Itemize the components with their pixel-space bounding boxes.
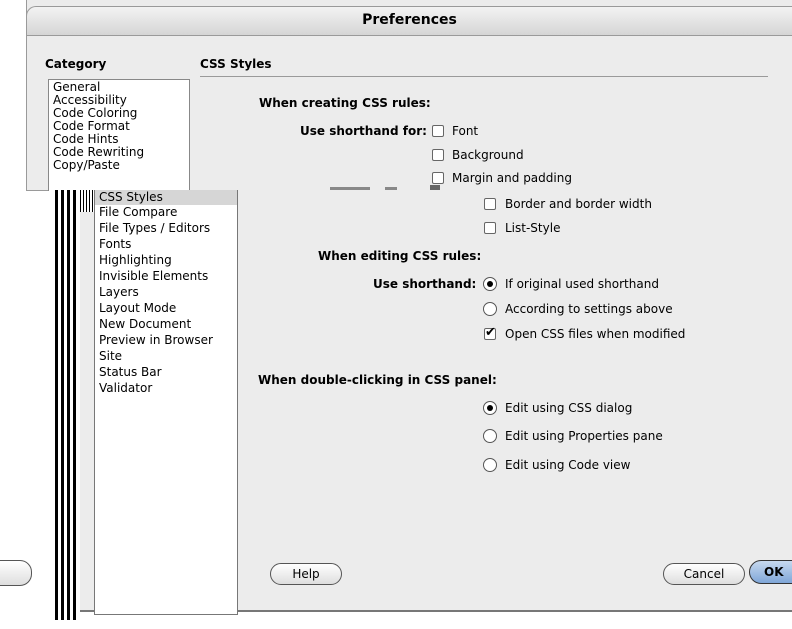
edit-code-view-label: Edit using Code view: [505, 458, 631, 472]
help-button[interactable]: Help: [270, 563, 342, 585]
open-css-modified-checkbox[interactable]: [484, 325, 496, 340]
category-list-top[interactable]: General Accessibility Code Coloring Code…: [48, 79, 190, 191]
category-item[interactable]: Layout Mode: [99, 302, 176, 315]
editing-rules-heading: When editing CSS rules:: [318, 249, 482, 263]
category-item[interactable]: Validator: [99, 382, 152, 395]
list-style-checkbox[interactable]: [484, 222, 496, 234]
window-edge-artifact: [55, 190, 79, 620]
section-header: CSS Styles: [200, 57, 272, 71]
shorthand-for-label: Use shorthand for:: [300, 124, 427, 138]
open-css-modified-label: Open CSS files when modified: [505, 327, 686, 341]
edit-properties-pane-radio[interactable]: [483, 429, 497, 443]
category-item[interactable]: Fonts: [99, 238, 131, 251]
list-style-checkbox-label: List-Style: [505, 221, 561, 235]
edit-properties-pane-label: Edit using Properties pane: [505, 429, 663, 443]
double-click-heading: When double-clicking in CSS panel:: [258, 373, 497, 387]
title-bar: Preferences: [26, 6, 792, 36]
category-item[interactable]: Preview in Browser: [99, 334, 213, 347]
edit-css-dialog-radio[interactable]: [483, 401, 497, 415]
border-width-checkbox[interactable]: [484, 198, 496, 210]
use-shorthand-label: Use shorthand:: [373, 277, 477, 291]
category-item[interactable]: New Document: [99, 318, 191, 331]
font-checkbox-label: Font: [452, 124, 479, 138]
font-checkbox[interactable]: [432, 125, 444, 137]
creating-rules-heading: When creating CSS rules:: [259, 96, 431, 110]
ok-button[interactable]: OK: [749, 560, 792, 584]
edit-code-view-radio[interactable]: [483, 458, 497, 472]
background-checkbox[interactable]: [432, 149, 444, 161]
category-item[interactable]: Highlighting: [99, 254, 172, 267]
if-original-radio-label: If original used shorthand: [505, 277, 659, 291]
partial-button-left[interactable]: [0, 560, 32, 586]
cancel-button[interactable]: Cancel: [663, 563, 745, 585]
if-original-radio[interactable]: [483, 277, 497, 291]
category-item[interactable]: Status Bar: [99, 366, 162, 379]
according-settings-radio[interactable]: [483, 302, 497, 316]
category-item[interactable]: File Compare: [99, 206, 177, 219]
border-width-checkbox-label: Border and border width: [505, 197, 652, 211]
category-item[interactable]: File Types / Editors: [99, 222, 210, 235]
category-item[interactable]: Layers: [99, 286, 139, 299]
window-title: Preferences: [362, 12, 457, 28]
category-item[interactable]: Invisible Elements: [99, 270, 208, 283]
according-settings-radio-label: According to settings above: [505, 302, 673, 316]
background-checkbox-label: Background: [452, 148, 524, 162]
category-item[interactable]: Site: [99, 350, 122, 363]
category-item-selected[interactable]: CSS Styles: [99, 191, 163, 204]
section-divider: [200, 76, 768, 77]
category-item[interactable]: Copy/Paste: [53, 159, 120, 172]
category-list[interactable]: CSS Styles File Compare File Types / Edi…: [94, 190, 238, 615]
window-edge-artifact: [80, 190, 94, 212]
edit-css-dialog-label: Edit using CSS dialog: [505, 401, 633, 415]
category-header: Category: [45, 57, 107, 71]
